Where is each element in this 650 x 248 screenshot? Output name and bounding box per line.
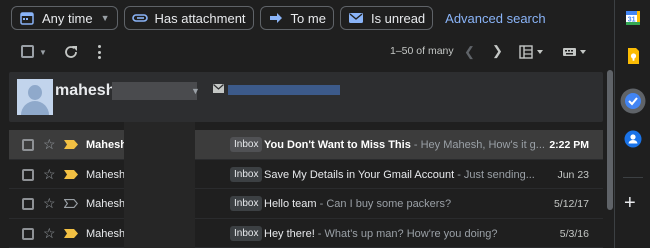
page-count: 1–50 of many: [390, 45, 454, 57]
sender-name: Mahesh: [86, 227, 126, 240]
any-time-chip[interactable]: Any time ▼: [11, 6, 118, 30]
email-snippet: - What's up man? How're you doing?: [314, 227, 498, 240]
add-icon[interactable]: +: [624, 193, 636, 213]
redacted-name-block: [112, 82, 197, 100]
previous-page-icon[interactable]: ❮: [464, 44, 475, 60]
has-attachment-chip[interactable]: Has attachment: [123, 6, 254, 30]
to-me-label: To me: [290, 10, 326, 26]
list-toolbar: ▼ 1–50 of many ❮ ❯: [0, 38, 614, 66]
google-tasks-icon[interactable]: [620, 88, 646, 114]
calendar-icon: [19, 10, 35, 26]
email-list: ☆ Mahesh Inbox You Don't Want to Miss Th…: [9, 130, 603, 248]
select-all-checkbox[interactable]: [21, 45, 34, 58]
any-time-label: Any time: [42, 10, 93, 26]
star-icon[interactable]: ☆: [43, 195, 56, 212]
redacted-email-block: [228, 85, 340, 95]
email-snippet: - Can I buy some packers?: [316, 198, 452, 210]
is-unread-chip[interactable]: Is unread: [339, 6, 434, 30]
scrollbar-thumb[interactable]: [607, 70, 613, 210]
chevron-down-icon: ▼: [100, 13, 110, 23]
email-row[interactable]: ☆ Mahesh Inbox Hey there! - What's up ma…: [9, 219, 603, 248]
inbox-label-tag[interactable]: Inbox: [230, 137, 263, 152]
chevron-down-icon[interactable]: ▼: [191, 86, 200, 96]
email-snippet: - Hey Mahesh, How's it g...: [410, 139, 544, 151]
sender-name: Mahesh: [86, 139, 127, 151]
inbox-label-tag[interactable]: Inbox: [230, 196, 263, 211]
scrollbar[interactable]: [606, 70, 614, 248]
email-row[interactable]: ☆ Mahesh Inbox Hello team - Can I buy so…: [9, 189, 603, 219]
email-snippet: - Just sending...: [454, 168, 535, 181]
avatar[interactable]: [17, 79, 53, 115]
arrow-right-icon: [268, 10, 284, 26]
email-date: 2:22 PM: [549, 139, 589, 151]
side-panel-divider: [623, 177, 643, 178]
refresh-icon[interactable]: [63, 44, 79, 60]
side-panel: 31 +: [614, 0, 650, 248]
row-checkbox[interactable]: [22, 227, 34, 240]
row-checkbox[interactable]: [22, 139, 34, 151]
select-menu-chevron-icon[interactable]: ▼: [39, 48, 47, 57]
svg-text:31: 31: [628, 17, 636, 24]
has-attachment-label: Has attachment: [154, 10, 246, 26]
google-contacts-icon[interactable]: [623, 129, 643, 149]
email-date: 5/3/16: [559, 227, 589, 240]
envelope-icon: [348, 10, 364, 26]
importance-marker-icon[interactable]: [64, 140, 78, 149]
email-date: 5/12/17: [553, 198, 589, 210]
email-subject: Hey there!: [264, 227, 315, 240]
email-subject: Save My Details in Your Gmail Account: [264, 168, 455, 181]
main-panel: Any time ▼ Has attachment To me Is unrea…: [0, 0, 614, 248]
star-icon[interactable]: ☆: [43, 225, 56, 242]
email-subject: Hello team: [264, 198, 317, 210]
contact-name: mahesh: [55, 82, 116, 99]
email-date: Jun 23: [557, 168, 589, 181]
search-filter-chips: Any time ▼ Has attachment To me Is unrea…: [11, 6, 546, 30]
google-calendar-icon[interactable]: 31: [623, 8, 643, 28]
sender-name: Mahesh: [86, 198, 126, 210]
is-unread-label: Is unread: [370, 10, 426, 26]
inbox-label-tag[interactable]: Inbox: [230, 166, 263, 182]
redacted-sender-block: [124, 122, 195, 248]
more-options-icon[interactable]: [96, 43, 102, 61]
to-me-chip[interactable]: To me: [259, 6, 334, 30]
inbox-label-tag[interactable]: Inbox: [230, 225, 263, 241]
advanced-search-link[interactable]: Advanced search: [445, 11, 545, 26]
star-icon[interactable]: ☆: [43, 166, 56, 183]
split-pane-toggle-icon[interactable]: [519, 45, 545, 59]
row-checkbox[interactable]: [22, 198, 34, 210]
email-row[interactable]: ☆ Mahesh Inbox Save My Details in Your G…: [9, 160, 603, 189]
row-checkbox[interactable]: [22, 168, 34, 181]
google-keep-icon[interactable]: [623, 46, 643, 66]
mail-icon: [213, 84, 224, 93]
importance-marker-icon[interactable]: [64, 169, 78, 179]
next-page-icon[interactable]: ❯: [492, 43, 503, 59]
importance-marker-icon[interactable]: [64, 199, 78, 208]
contact-card: mahesh ▼: [9, 72, 603, 122]
email-row[interactable]: ☆ Mahesh Inbox You Don't Want to Miss Th…: [9, 130, 603, 160]
star-icon[interactable]: ☆: [43, 136, 56, 153]
importance-marker-icon[interactable]: [64, 228, 78, 238]
keyboard-icon[interactable]: [562, 45, 588, 59]
sender-name: Mahesh: [86, 168, 126, 181]
paperclip-icon: [131, 10, 148, 26]
email-subject: You Don't Want to Miss This: [264, 139, 411, 151]
